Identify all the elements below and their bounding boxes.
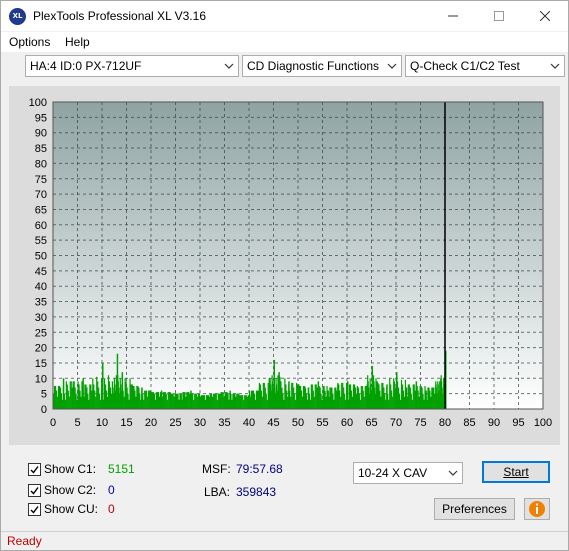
check-icon <box>30 505 39 514</box>
speed-select[interactable]: 10-24 X CAV <box>353 462 463 484</box>
y-tick-label: 30 <box>35 312 47 324</box>
close-icon <box>540 11 550 21</box>
show-c1-label: Show C1: <box>44 462 97 476</box>
function-select-value: CD Diagnostic Functions <box>247 59 380 73</box>
x-tick-label: 60 <box>341 417 353 429</box>
chevron-down-icon <box>447 463 459 483</box>
x-tick-label: 80 <box>439 417 451 429</box>
title-bar[interactable]: XL PlexTools Professional XL V3.16 <box>1 1 568 31</box>
y-tick-label: 75 <box>35 174 47 186</box>
chevron-down-icon <box>223 56 235 76</box>
function-select[interactable]: CD Diagnostic Functions <box>242 55 402 77</box>
x-tick-label: 35 <box>218 417 230 429</box>
info-button[interactable] <box>524 498 550 520</box>
x-tick-label: 70 <box>390 417 402 429</box>
results-panel: Show C1: 5151 Show C2: 0 Show CU: 0 MSF:… <box>9 450 560 527</box>
drive-select[interactable]: HA:4 ID:0 PX-712UF <box>25 55 239 77</box>
x-tick-label: 15 <box>120 417 132 429</box>
y-tick-label: 80 <box>35 158 47 170</box>
y-tick-label: 100 <box>29 97 47 109</box>
y-tick-label: 40 <box>35 281 47 293</box>
start-button-label: Start <box>503 465 529 479</box>
info-icon <box>529 501 545 517</box>
show-cu-checkbox[interactable]: Show CU: <box>28 502 98 516</box>
drive-select-value: HA:4 ID:0 PX-712UF <box>30 59 142 73</box>
y-tick-label: 45 <box>35 266 47 278</box>
chevron-down-icon <box>549 56 561 76</box>
y-tick-label: 35 <box>35 297 47 309</box>
window-title: PlexTools Professional XL V3.16 <box>33 9 206 23</box>
menu-options[interactable]: Options <box>9 35 50 49</box>
maximize-button[interactable] <box>476 1 522 31</box>
show-c2-checkbox[interactable]: Show C2: <box>28 483 96 497</box>
y-tick-label: 15 <box>35 358 47 370</box>
x-tick-label: 5 <box>74 417 80 429</box>
speed-select-value: 10-24 X CAV <box>358 466 428 480</box>
y-tick-label: 60 <box>35 220 47 232</box>
y-tick-label: 65 <box>35 204 47 216</box>
y-tick-label: 5 <box>41 389 47 401</box>
app-window: XL PlexTools Professional XL V3.16 Optio… <box>0 0 569 551</box>
y-tick-label: 95 <box>35 112 47 124</box>
minimize-button[interactable] <box>430 1 476 31</box>
preferences-button[interactable]: Preferences <box>434 498 515 520</box>
status-bar: Ready <box>1 531 568 550</box>
x-tick-label: 90 <box>488 417 500 429</box>
c1-count: 5151 <box>108 462 135 476</box>
x-tick-label: 55 <box>316 417 328 429</box>
x-tick-label: 95 <box>512 417 524 429</box>
y-tick-label: 70 <box>35 189 47 201</box>
menu-bar: Options Help <box>1 32 568 52</box>
x-tick-label: 10 <box>96 417 108 429</box>
x-tick-label: 65 <box>365 417 377 429</box>
x-tick-label: 40 <box>243 417 255 429</box>
test-select-value: Q-Check C1/C2 Test <box>410 59 520 73</box>
x-tick-label: 75 <box>414 417 426 429</box>
msf-label: MSF: <box>202 462 231 476</box>
show-c1-checkbox[interactable]: Show C1: <box>28 462 96 476</box>
x-tick-label: 25 <box>169 417 181 429</box>
checkbox-box <box>28 462 41 476</box>
y-tick-label: 50 <box>35 251 47 263</box>
x-tick-label: 30 <box>194 417 206 429</box>
x-tick-label: 85 <box>463 417 475 429</box>
lba-value: 359843 <box>236 485 277 499</box>
menu-help[interactable]: Help <box>65 35 90 49</box>
c2-count: 0 <box>108 483 115 497</box>
x-tick-label: 0 <box>50 417 56 429</box>
app-logo-icon: XL <box>9 8 26 25</box>
y-tick-label: 90 <box>35 128 47 140</box>
toolbar: HA:4 ID:0 PX-712UF CD Diagnostic Functio… <box>1 52 568 82</box>
show-c2-label: Show C2: <box>44 483 97 497</box>
y-tick-label: 55 <box>35 235 47 247</box>
x-tick-label: 45 <box>267 417 279 429</box>
msf-value: 79:57.68 <box>236 462 283 476</box>
minimize-icon <box>448 15 458 17</box>
y-tick-label: 25 <box>35 327 47 339</box>
x-tick-label: 100 <box>534 417 552 429</box>
preferences-button-label: Preferences <box>442 502 507 516</box>
x-tick-label: 20 <box>145 417 157 429</box>
maximize-icon <box>494 11 504 21</box>
status-text: Ready <box>7 534 42 548</box>
lba-label: LBA: <box>204 485 231 499</box>
checkbox-box <box>28 502 41 516</box>
chevron-down-icon <box>386 56 398 76</box>
start-button[interactable]: Start <box>482 461 550 483</box>
test-select[interactable]: Q-Check C1/C2 Test <box>405 55 565 77</box>
close-button[interactable] <box>522 1 568 31</box>
check-icon <box>30 486 39 495</box>
chart-panel: 0 5 10 15 20 25 30 35 40 45 50 55 60 65 70 75 80 85 90 95 10… <box>9 86 560 445</box>
c1-c2-chart: 0510152025303540455055606570758085909510… <box>29 97 553 429</box>
checkbox-box <box>28 483 41 497</box>
x-tick-label: 50 <box>292 417 304 429</box>
show-cu-label: Show CU: <box>44 502 99 516</box>
y-tick-label: 85 <box>35 143 47 155</box>
y-tick-label: 20 <box>35 343 47 355</box>
check-icon <box>30 465 39 474</box>
y-tick-label: 0 <box>41 404 47 416</box>
cu-count: 0 <box>108 502 115 516</box>
y-tick-label: 10 <box>35 373 47 385</box>
